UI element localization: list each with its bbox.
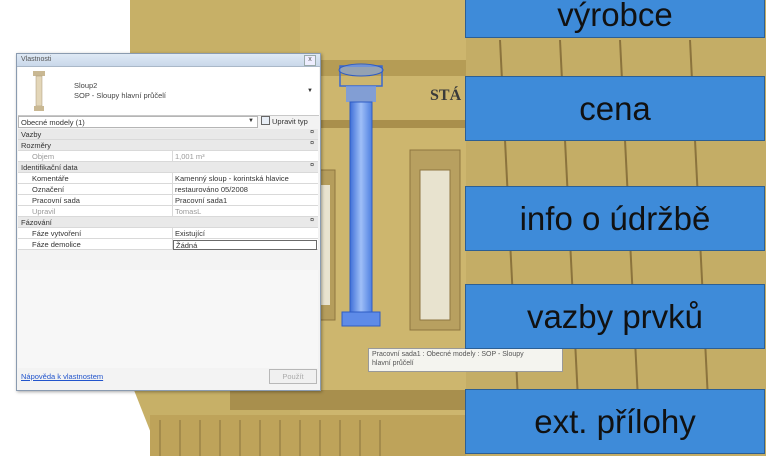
property-label: Fáze vytvoření bbox=[32, 229, 82, 238]
property-value[interactable]: Pracovní sada1 bbox=[175, 196, 227, 205]
callout-element-relations: vazby prvků bbox=[465, 284, 765, 349]
properties-title: Vlastnosti bbox=[21, 56, 52, 63]
category-label: Vazby bbox=[21, 130, 42, 139]
callout-maintenance-info: info o údržbě bbox=[465, 186, 765, 251]
property-value[interactable]: Existující bbox=[175, 229, 205, 238]
property-row[interactable]: Pracovní sada Pracovní sada1 bbox=[18, 195, 318, 206]
column-separator bbox=[172, 228, 173, 238]
callout-manufacturer: výrobce bbox=[465, 0, 765, 38]
collapse-icon[interactable]: ¤ bbox=[310, 140, 314, 147]
properties-help-link[interactable]: Nápověda k vlastnostem bbox=[21, 372, 103, 381]
callout-price: cena bbox=[465, 76, 765, 141]
callout-label: ext. přílohy bbox=[534, 403, 696, 440]
callout-label: cena bbox=[579, 90, 651, 127]
property-label: Upravil bbox=[32, 207, 56, 216]
column-separator bbox=[172, 184, 173, 194]
callout-label: výrobce bbox=[557, 0, 673, 33]
callout-label: info o údržbě bbox=[519, 200, 711, 237]
property-value[interactable]: Kamenný sloup - korintská hlavice bbox=[175, 174, 289, 183]
property-label: Objem bbox=[32, 152, 55, 161]
property-row[interactable]: Fáze demolice Žádná bbox=[18, 239, 318, 250]
property-row[interactable]: Upravil TomasL bbox=[18, 206, 318, 217]
type-family: SOP - Sloupy hlavní průčelí bbox=[74, 91, 166, 100]
collapse-icon[interactable]: ¤ bbox=[310, 162, 314, 169]
properties-title-bar[interactable]: Vlastnosti x bbox=[17, 54, 320, 67]
chevron-down-icon[interactable]: ▼ bbox=[248, 118, 254, 124]
column-separator bbox=[172, 206, 173, 216]
collapse-icon[interactable]: ¤ bbox=[310, 129, 314, 136]
property-category-row[interactable]: Vazby ¤ bbox=[18, 129, 318, 140]
element-tooltip: Pracovní sada1 : Obecné modely : SOP - S… bbox=[368, 348, 563, 372]
category-label: Rozměry bbox=[21, 141, 52, 150]
type-selector[interactable]: Sloup2 SOP - Sloupy hlavní průčelí ▼ bbox=[18, 67, 319, 116]
category-label: Identifikační data bbox=[21, 163, 78, 172]
tooltip-line-2: hlavní průčelí bbox=[372, 360, 414, 367]
callout-label: vazby prvků bbox=[526, 298, 704, 335]
collapse-icon[interactable]: ¤ bbox=[310, 217, 314, 224]
properties-panel: Vlastnosti x Sloup2 SOP - Sloupy hlavní … bbox=[16, 53, 321, 391]
close-icon[interactable]: x bbox=[304, 55, 316, 66]
category-filter-value: Obecné modely (1) bbox=[21, 118, 85, 127]
property-value: TomasL bbox=[175, 207, 202, 216]
type-name: Sloup2 bbox=[74, 81, 98, 90]
edit-type-button[interactable]: Upravit typ bbox=[261, 116, 308, 126]
category-label: Fázování bbox=[21, 218, 52, 227]
property-grid: Vazby ¤ Rozměry ¤ Objem 1,001 m³ Identifikační… bbox=[18, 129, 318, 250]
column-separator bbox=[172, 195, 173, 205]
column-thumbnail-icon bbox=[33, 71, 45, 111]
property-value-input[interactable]: Žádná bbox=[173, 240, 317, 250]
property-label: Označení bbox=[32, 185, 65, 194]
property-row[interactable]: Objem 1,001 m³ bbox=[18, 151, 318, 162]
facade-lettering: STÁ bbox=[430, 85, 462, 104]
chevron-down-icon[interactable]: ▼ bbox=[307, 88, 313, 94]
column-separator bbox=[172, 151, 173, 161]
grid-empty-area bbox=[18, 270, 318, 368]
property-label: Fáze demolice bbox=[32, 240, 81, 249]
property-value: 1,001 m³ bbox=[175, 152, 205, 161]
property-value[interactable]: restaurováno 05/2008 bbox=[175, 185, 248, 194]
property-row[interactable]: Komentáře Kamenný sloup - korintská hlavi… bbox=[18, 173, 318, 184]
callout-external-attachments: ext. přílohy bbox=[465, 389, 765, 454]
property-category-row[interactable]: Rozměry ¤ bbox=[18, 140, 318, 151]
edit-type-icon bbox=[261, 116, 270, 125]
property-row[interactable]: Označení restaurováno 05/2008 bbox=[18, 184, 318, 195]
property-row[interactable]: Fáze vytvoření Existující bbox=[18, 228, 318, 239]
tooltip-line-1: Pracovní sada1 : Obecné modely : SOP - S… bbox=[372, 351, 524, 358]
apply-button[interactable]: Použít bbox=[269, 369, 317, 384]
edit-type-label: Upravit typ bbox=[272, 117, 308, 126]
property-category-row[interactable]: Fázování ¤ bbox=[18, 217, 318, 228]
column-separator bbox=[172, 173, 173, 183]
property-label: Pracovní sada bbox=[32, 196, 80, 205]
property-label: Komentáře bbox=[32, 174, 69, 183]
category-filter-select[interactable]: Obecné modely (1) ▼ bbox=[18, 116, 258, 128]
property-category-row[interactable]: Identifikační data ¤ bbox=[18, 162, 318, 173]
